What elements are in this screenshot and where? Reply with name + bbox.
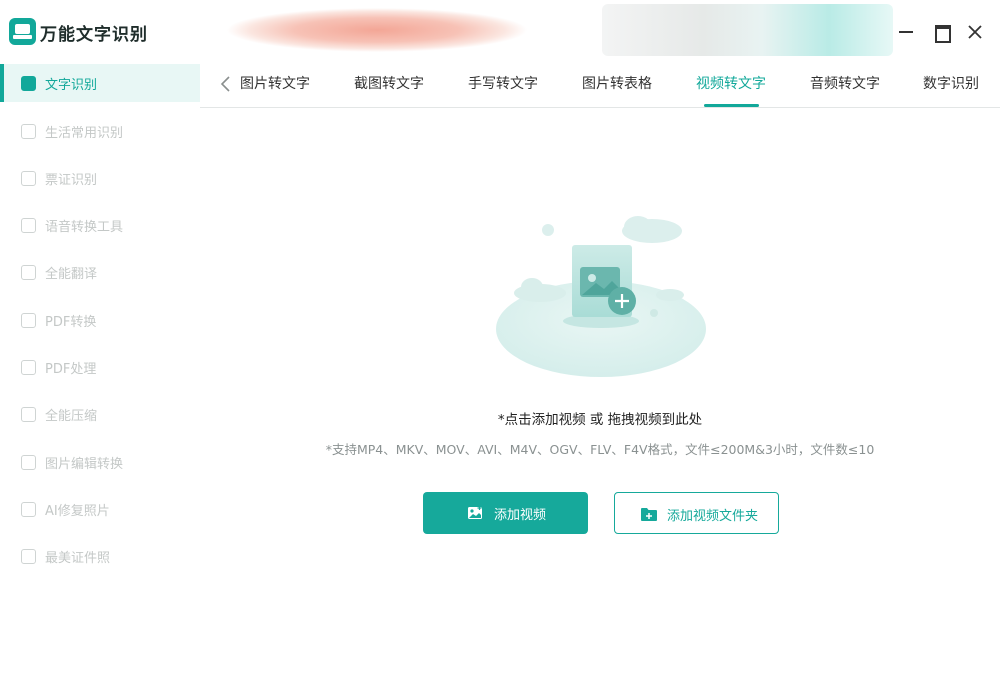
supported-formats-text: *支持MP4、MKV、MOV、AVI、M4V、OGV、FLV、F4V格式，文件≤… (325, 442, 875, 457)
id-photo-icon (21, 549, 36, 564)
sidebar-item-compress[interactable]: 全能压缩 (0, 395, 200, 433)
sidebar-item-label: AI修复照片 (45, 504, 110, 519)
tab-video-to-text[interactable]: 视频转文字 (696, 73, 766, 93)
video-upload-illustration[interactable] (480, 205, 720, 385)
sidebar-item-label: 全能翻译 (45, 267, 98, 282)
tab-image-to-text[interactable]: 图片转文字 (240, 73, 310, 93)
sidebar-item-label: 语音转换工具 (45, 220, 124, 235)
translate-icon (21, 265, 36, 280)
ticket-scan-icon (21, 171, 36, 186)
promo-banner-right[interactable] (602, 4, 893, 56)
add-video-folder-button[interactable]: 添加视频文件夹 (614, 492, 779, 534)
sidebar-item-label: 票证识别 (45, 173, 98, 188)
pdf-process-icon (21, 360, 36, 375)
minimize-icon[interactable] (894, 20, 918, 44)
image-edit-icon (21, 455, 36, 470)
sidebar-item-label: 图片编辑转换 (45, 457, 124, 472)
tab-screenshot-to-text[interactable]: 截图转文字 (354, 73, 424, 93)
sidebar-item-ai-repair[interactable]: AI修复照片 (0, 490, 200, 528)
add-video-folder-button-label: 添加视频文件夹 (667, 509, 759, 524)
chevron-left-icon[interactable] (216, 74, 236, 94)
add-video-button[interactable]: 添加视频 (423, 492, 588, 534)
promo-banner-left[interactable] (212, 4, 542, 56)
sidebar-item-daily-recognition[interactable]: 生活常用识别 (0, 112, 200, 150)
sidebar-item-image-edit[interactable]: 图片编辑转换 (0, 443, 200, 481)
tab-image-to-table[interactable]: 图片转表格 (582, 73, 652, 93)
sidebar-item-id-photo[interactable]: 最美证件照 (0, 537, 200, 575)
pdf-convert-icon (21, 313, 36, 328)
sidebar-item-label: 全能压缩 (45, 409, 98, 424)
app-title: 万能文字识别 (40, 25, 148, 45)
compress-icon (21, 407, 36, 422)
add-video-button-label: 添加视频 (494, 508, 547, 523)
app-window: 万能文字识别 文字识别 生活常用识别 票证识别 语音转换工具 全能翻译 PDF转… (0, 0, 1000, 700)
ai-repair-icon (21, 502, 36, 517)
sidebar-item-label: PDF处理 (45, 362, 97, 377)
drop-hint-text: *点击添加视频 或 拖拽视频到此处 (497, 412, 703, 428)
tab-audio-to-text[interactable]: 音频转文字 (810, 73, 880, 93)
sidebar: 文字识别 生活常用识别 票证识别 语音转换工具 全能翻译 PDF转换 PDF处理 (0, 64, 200, 700)
voice-convert-icon (21, 218, 36, 233)
sidebar-item-label: 最美证件照 (45, 551, 111, 566)
add-folder-icon (640, 506, 657, 522)
sidebar-item-ticket-recognition[interactable]: 票证识别 (0, 159, 200, 197)
tab-bar: 图片转文字 截图转文字 手写转文字 图片转表格 视频转文字 音频转文字 数字识别 (200, 64, 1000, 108)
app-logo-icon (9, 18, 36, 45)
sidebar-item-label: 生活常用识别 (45, 126, 124, 141)
title-bar: 万能文字识别 (0, 0, 1000, 64)
tab-handwriting-to-text[interactable]: 手写转文字 (468, 73, 538, 93)
sidebar-item-label: 文字识别 (45, 78, 98, 93)
tab-number-recognition[interactable]: 数字识别 (923, 73, 979, 93)
sidebar-item-pdf-process[interactable]: PDF处理 (0, 348, 200, 386)
scan-icon (21, 124, 36, 139)
sidebar-item-pdf-convert[interactable]: PDF转换 (0, 301, 200, 339)
add-image-icon (467, 505, 483, 521)
active-tab-indicator (704, 104, 759, 107)
sidebar-item-text-recognition[interactable]: 文字识别 (0, 64, 200, 102)
sidebar-item-voice-tools[interactable]: 语音转换工具 (0, 206, 200, 244)
text-scan-icon (21, 76, 36, 91)
sidebar-item-label: PDF转换 (45, 315, 97, 330)
maximize-icon[interactable] (929, 20, 953, 44)
close-icon[interactable] (963, 20, 987, 44)
sidebar-item-translate[interactable]: 全能翻译 (0, 253, 200, 291)
